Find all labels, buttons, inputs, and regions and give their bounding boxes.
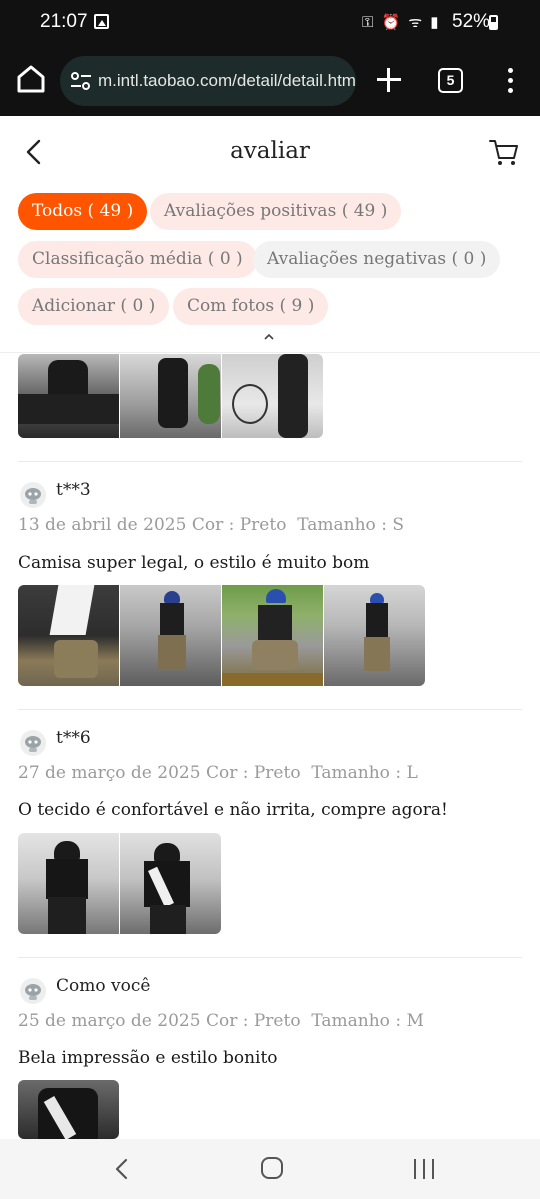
user-avatar (20, 978, 46, 1004)
avatar-robot-icon (20, 978, 46, 1004)
review-meta: 13 de abril de 2025 Cor : Preto Tamanho … (18, 515, 404, 535)
avatar-robot-icon (20, 730, 46, 756)
url-bar[interactable]: m.intl.taobao.com/detail/detail.htm (60, 56, 356, 106)
status-bar: 21:07 ⚿ ⏰ ᯤ ▮ 52% (0, 0, 540, 46)
review-filter-bar: Todos ( 49 ) Avaliações positivas ( 49 )… (0, 186, 540, 352)
cart-icon[interactable] (488, 136, 520, 168)
review-photo[interactable] (222, 354, 323, 438)
review-text: Bela impressão e estilo bonito (18, 1048, 278, 1068)
gallery-notification-icon (94, 14, 109, 29)
review-photo[interactable] (120, 585, 221, 686)
review-text: Camisa super legal, o estilo é muito bom (18, 553, 370, 573)
review-photo[interactable] (324, 585, 425, 686)
review-photo[interactable] (18, 585, 119, 686)
review-date: 27 de março de 2025 (18, 763, 201, 783)
filter-chip-additional[interactable]: Adicionar ( 0 ) (18, 288, 170, 325)
filter-chip-with-photos[interactable]: Com fotos ( 9 ) (173, 288, 329, 325)
review-username: t**3 (56, 480, 91, 500)
filter-chip-average[interactable]: Classificação média ( 0 ) (18, 241, 257, 278)
review-photo[interactable] (222, 585, 323, 686)
filter-chip-negative[interactable]: Avaliações negativas ( 0 ) (253, 241, 501, 278)
url-text: m.intl.taobao.com/detail/detail.htm (98, 71, 356, 90)
review-photo[interactable] (18, 1080, 119, 1139)
review-color: Cor : Preto (205, 1011, 301, 1031)
review-photo[interactable] (120, 833, 221, 934)
review-color: Cor : Preto (191, 515, 287, 535)
review-size: Tamanho : S (297, 515, 404, 535)
page-title: avaliar (230, 138, 310, 164)
browser-toolbar: m.intl.taobao.com/detail/detail.htm 5 (0, 46, 540, 116)
review-meta: 25 de março de 2025 Cor : Preto Tamanho … (18, 1011, 424, 1031)
review-photos (18, 1080, 119, 1139)
review-meta: 27 de março de 2025 Cor : Preto Tamanho … (18, 763, 418, 783)
previous-review-photos (18, 354, 323, 438)
review-size: Tamanho : M (311, 1011, 424, 1031)
avatar-robot-icon (20, 482, 46, 508)
review-photo[interactable] (120, 354, 221, 438)
browser-home-icon[interactable] (14, 62, 48, 96)
browser-menu-icon[interactable] (500, 68, 520, 94)
review-date: 25 de março de 2025 (18, 1011, 201, 1031)
review-username: t**6 (56, 728, 91, 748)
tab-switcher-button[interactable]: 5 (438, 68, 463, 93)
review-color: Cor : Preto (205, 763, 301, 783)
user-avatar (20, 730, 46, 756)
battery-percentage: 52% (452, 11, 491, 32)
review-date: 13 de abril de 2025 (18, 515, 187, 535)
review-username: Como você (56, 976, 151, 996)
review-separator (18, 461, 522, 462)
review-photo[interactable] (18, 833, 119, 934)
system-status-icons: ⚿ ⏰ ᯤ ▮ (362, 14, 441, 31)
filter-divider (0, 352, 540, 353)
review-separator (18, 957, 522, 958)
review-photos (18, 833, 221, 934)
system-back-icon[interactable] (112, 1157, 132, 1181)
system-home-icon[interactable] (261, 1157, 283, 1179)
status-time: 21:07 (40, 11, 88, 32)
user-avatar (20, 482, 46, 508)
collapse-caret-icon[interactable] (262, 332, 276, 342)
site-settings-icon[interactable] (70, 71, 92, 91)
battery-icon (489, 15, 498, 30)
review-separator (18, 709, 522, 710)
review-size: Tamanho : L (311, 763, 418, 783)
system-recent-apps-icon[interactable] (412, 1159, 436, 1179)
page-header: avaliar (0, 116, 540, 186)
new-tab-icon[interactable] (375, 66, 403, 94)
review-text: O tecido é confortável e não irrita, com… (18, 800, 448, 820)
system-navigation-bar (0, 1139, 540, 1199)
filter-chip-all[interactable]: Todos ( 49 ) (18, 193, 148, 230)
filter-chip-positive[interactable]: Avaliações positivas ( 49 ) (150, 193, 402, 230)
review-photos (18, 585, 425, 686)
review-photo[interactable] (18, 354, 119, 438)
